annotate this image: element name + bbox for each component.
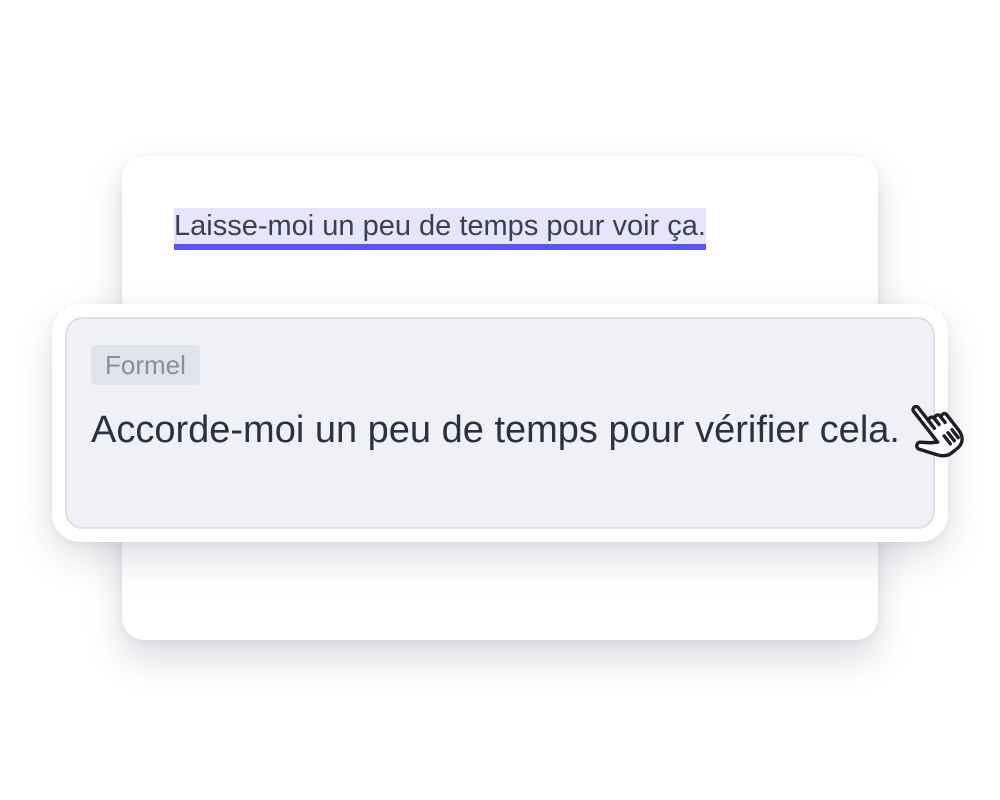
highlighted-sentence-text: Laisse-moi un peu de temps pour voir ça. (174, 210, 706, 242)
suggestion-option[interactable]: Formel Accorde-moi un peu de temps pour … (65, 317, 935, 529)
pointer-hand-icon (911, 404, 964, 458)
suggestion-text: Accorde-moi un peu de temps pour vérifie… (91, 409, 900, 451)
tone-badge: Formel (91, 345, 200, 385)
rewrite-suggestion-scene: Laisse-moi un peu de temps pour voir ça.… (0, 0, 1000, 800)
suggestion-popover: Formel Accorde-moi un peu de temps pour … (52, 304, 948, 542)
highlighted-sentence[interactable]: Laisse-moi un peu de temps pour voir ça. (174, 208, 706, 250)
